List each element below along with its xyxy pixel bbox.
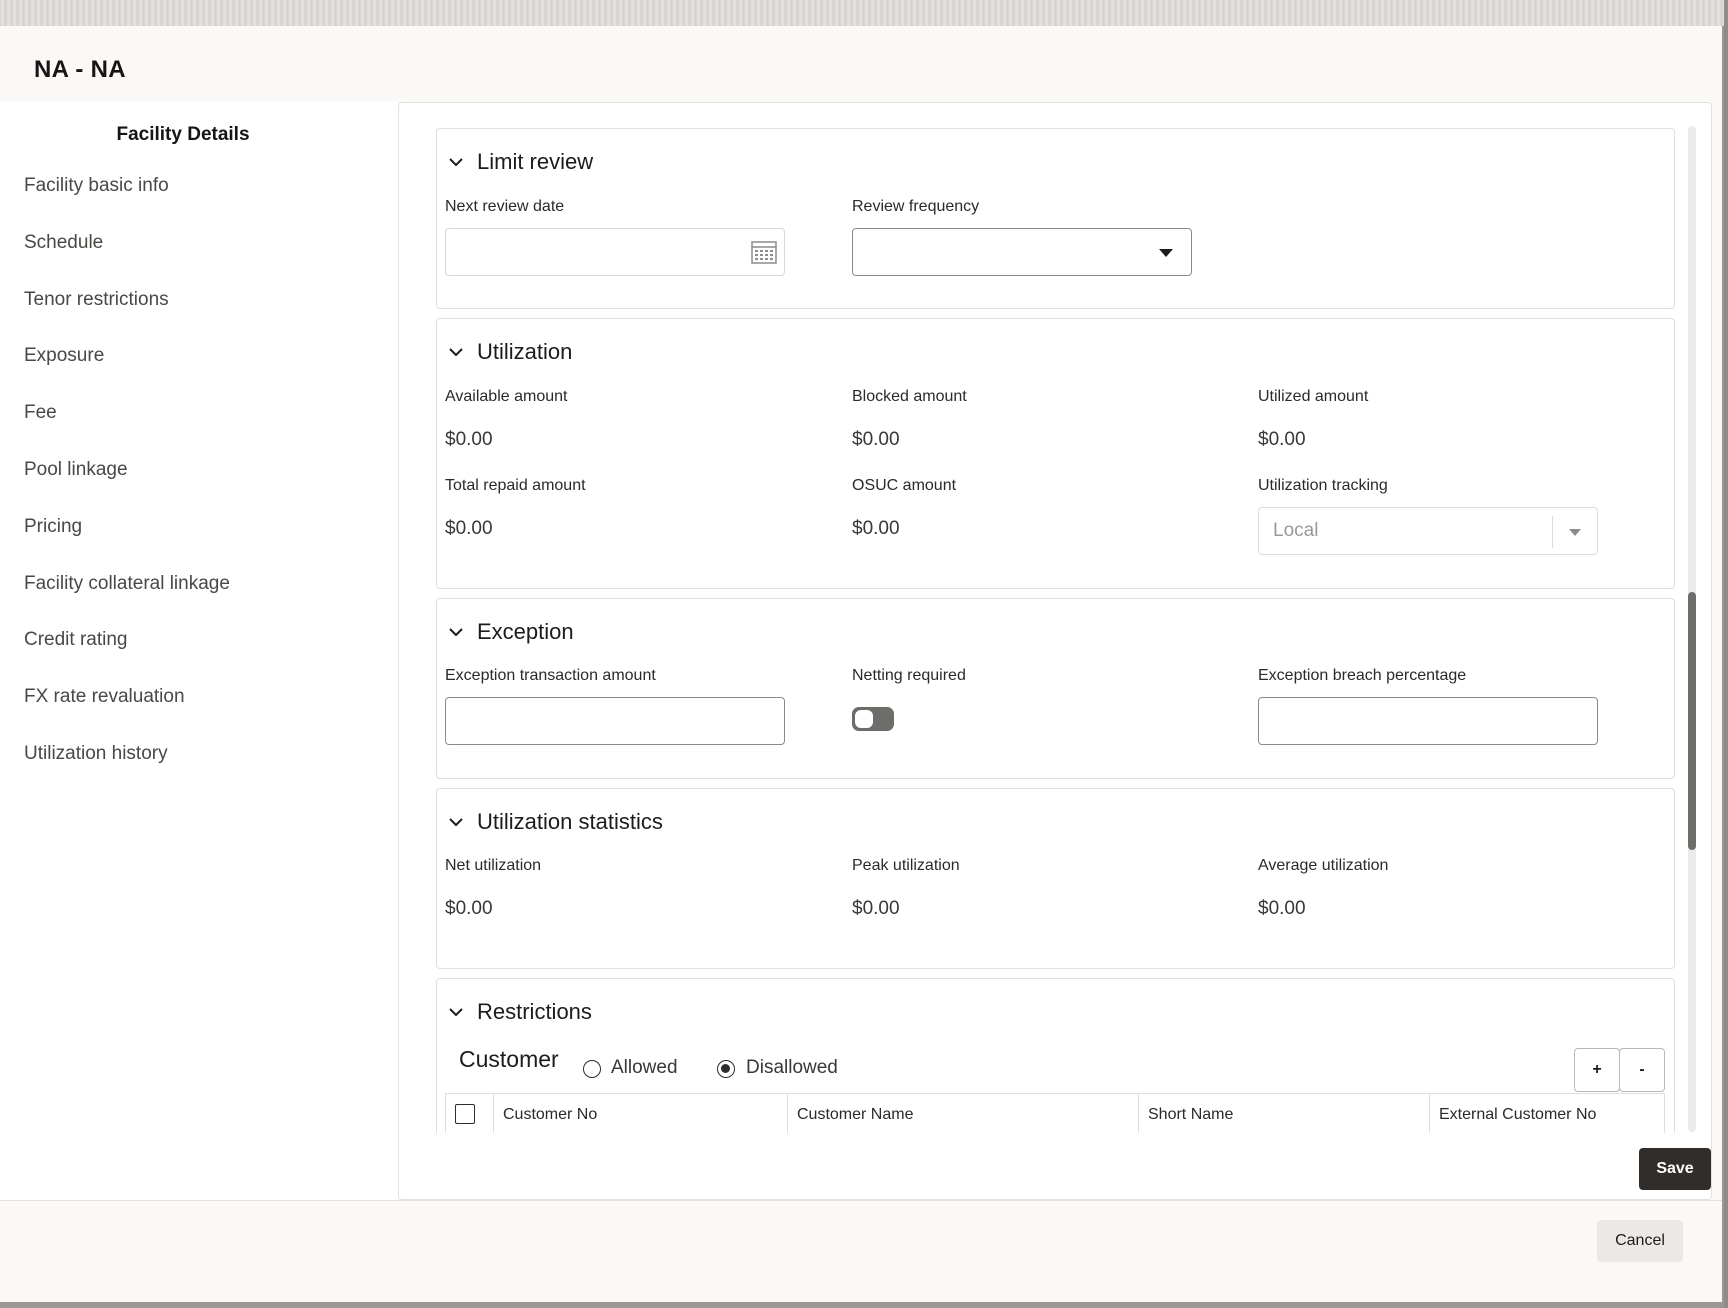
exception-breach-percentage-label: Exception breach percentage xyxy=(1258,667,1467,684)
peak-utilization-label: Peak utilization xyxy=(852,857,960,874)
total-repaid-amount-value: $0.00 xyxy=(445,518,493,539)
exception-section: Exception xyxy=(436,598,1675,779)
section-title: Restrictions xyxy=(477,999,592,1024)
blocked-amount-value: $0.00 xyxy=(852,429,900,450)
utilization-header[interactable]: Utilization xyxy=(447,339,572,365)
chevron-down-icon xyxy=(449,818,463,827)
net-utilization-label: Net utilization xyxy=(445,857,542,874)
customer-restriction-label: Customer xyxy=(459,1046,559,1072)
available-amount-label: Available amount xyxy=(445,388,568,405)
sidebar-item-schedule[interactable]: Schedule xyxy=(24,231,230,288)
section-title: Exception xyxy=(477,619,574,644)
add-row-button[interactable]: + xyxy=(1574,1048,1620,1092)
allowed-radio[interactable] xyxy=(583,1060,601,1078)
section-title: Utilization xyxy=(477,339,573,364)
osuc-amount-label: OSUC amount xyxy=(852,477,957,494)
review-frequency-label: Review frequency xyxy=(852,198,980,215)
utilization-tracking-value: Local xyxy=(1273,520,1319,541)
dropdown-arrow-icon xyxy=(1159,249,1173,257)
limit-review-header[interactable]: Limit review xyxy=(447,149,593,175)
background-page-edge xyxy=(1724,0,1728,1308)
average-utilization-value: $0.00 xyxy=(1258,898,1306,919)
sidebar-item-credit-rating[interactable]: Credit rating xyxy=(24,628,230,685)
column-customer-no[interactable]: Customer No xyxy=(493,1094,787,1134)
column-customer-name[interactable]: Customer Name xyxy=(787,1094,1138,1134)
sidebar-item-pricing[interactable]: Pricing xyxy=(24,515,230,572)
chevron-down-icon xyxy=(449,158,463,167)
allowed-radio-label[interactable]: Allowed xyxy=(611,1057,678,1079)
chevron-down-icon xyxy=(449,628,463,637)
utilization-statistics-section: Utilization statistics xyxy=(436,788,1675,969)
sidebar-item-fx-rate-revaluation[interactable]: FX rate revaluation xyxy=(24,685,230,742)
utilization-statistics-header[interactable]: Utilization statistics xyxy=(447,809,663,835)
netting-required-toggle[interactable] xyxy=(852,707,894,731)
sidebar-item-tenor-restrictions[interactable]: Tenor restrictions xyxy=(24,288,230,345)
dialog-title: NA - NA xyxy=(34,56,126,83)
utilization-tracking-label: Utilization tracking xyxy=(1258,477,1388,494)
section-title: Limit review xyxy=(477,149,594,174)
select-divider xyxy=(1552,516,1553,548)
next-review-date-label: Next review date xyxy=(445,198,565,215)
remove-row-button[interactable]: - xyxy=(1619,1048,1665,1092)
disallowed-radio[interactable] xyxy=(717,1060,735,1078)
total-repaid-amount-label: Total repaid amount xyxy=(445,477,586,494)
available-amount-value: $0.00 xyxy=(445,429,493,450)
section-title: Utilization statistics xyxy=(477,809,663,834)
exception-transaction-amount-input[interactable] xyxy=(445,697,785,745)
utilized-amount-label: Utilized amount xyxy=(1258,388,1369,405)
scrollbar-thumb[interactable] xyxy=(1688,592,1696,850)
sidebar-item-facility-basic-info[interactable]: Facility basic info xyxy=(24,174,230,231)
average-utilization-label: Average utilization xyxy=(1258,857,1389,874)
sidebar-item-facility-collateral-linkage[interactable]: Facility collateral linkage xyxy=(24,572,230,629)
sidebar-item-fee[interactable]: Fee xyxy=(24,401,230,458)
sidebar-item-utilization-history[interactable]: Utilization history xyxy=(24,742,230,799)
background-page-strip xyxy=(0,0,1728,26)
osuc-amount-value: $0.00 xyxy=(852,518,900,539)
sidebar: Facility Details Facility basic info Sch… xyxy=(0,102,398,1200)
select-all-checkbox[interactable] xyxy=(455,1104,475,1124)
next-review-date-input[interactable] xyxy=(445,228,785,276)
column-short-name[interactable]: Short Name xyxy=(1138,1094,1429,1134)
utilized-amount-value: $0.00 xyxy=(1258,429,1306,450)
toggle-knob xyxy=(855,710,873,728)
cancel-button[interactable]: Cancel xyxy=(1597,1220,1683,1262)
limit-review-section: Limit review xyxy=(436,128,1675,309)
exception-breach-percentage-input[interactable] xyxy=(1258,697,1598,745)
content-scrollbar[interactable] xyxy=(1688,126,1696,1132)
save-button[interactable]: Save xyxy=(1639,1148,1711,1190)
exception-transaction-amount-label: Exception transaction amount xyxy=(445,667,656,684)
disallowed-radio-label[interactable]: Disallowed xyxy=(746,1057,838,1079)
content-bottom-mask xyxy=(436,1133,1676,1173)
chevron-down-icon xyxy=(449,1008,463,1017)
sidebar-nav: Facility basic info Schedule Tenor restr… xyxy=(24,174,230,799)
blocked-amount-label: Blocked amount xyxy=(852,388,967,405)
customer-table-header: Customer No Customer Name Short Name Ext… xyxy=(445,1093,1665,1134)
dropdown-arrow-icon xyxy=(1569,529,1581,536)
sidebar-item-exposure[interactable]: Exposure xyxy=(24,344,230,401)
calendar-icon[interactable] xyxy=(750,239,778,265)
net-utilization-value: $0.00 xyxy=(445,898,493,919)
sidebar-item-pool-linkage[interactable]: Pool linkage xyxy=(24,458,230,515)
utilization-tracking-select: Local xyxy=(1258,507,1598,555)
footer-divider xyxy=(0,1200,1722,1201)
restrictions-header[interactable]: Restrictions xyxy=(447,999,592,1025)
review-frequency-select[interactable] xyxy=(852,228,1192,276)
netting-required-label: Netting required xyxy=(852,667,966,684)
sidebar-heading: Facility Details xyxy=(116,124,250,145)
exception-header[interactable]: Exception xyxy=(447,619,574,645)
column-external-customer-no[interactable]: External Customer No xyxy=(1429,1094,1665,1134)
chevron-down-icon xyxy=(449,348,463,357)
peak-utilization-value: $0.00 xyxy=(852,898,900,919)
